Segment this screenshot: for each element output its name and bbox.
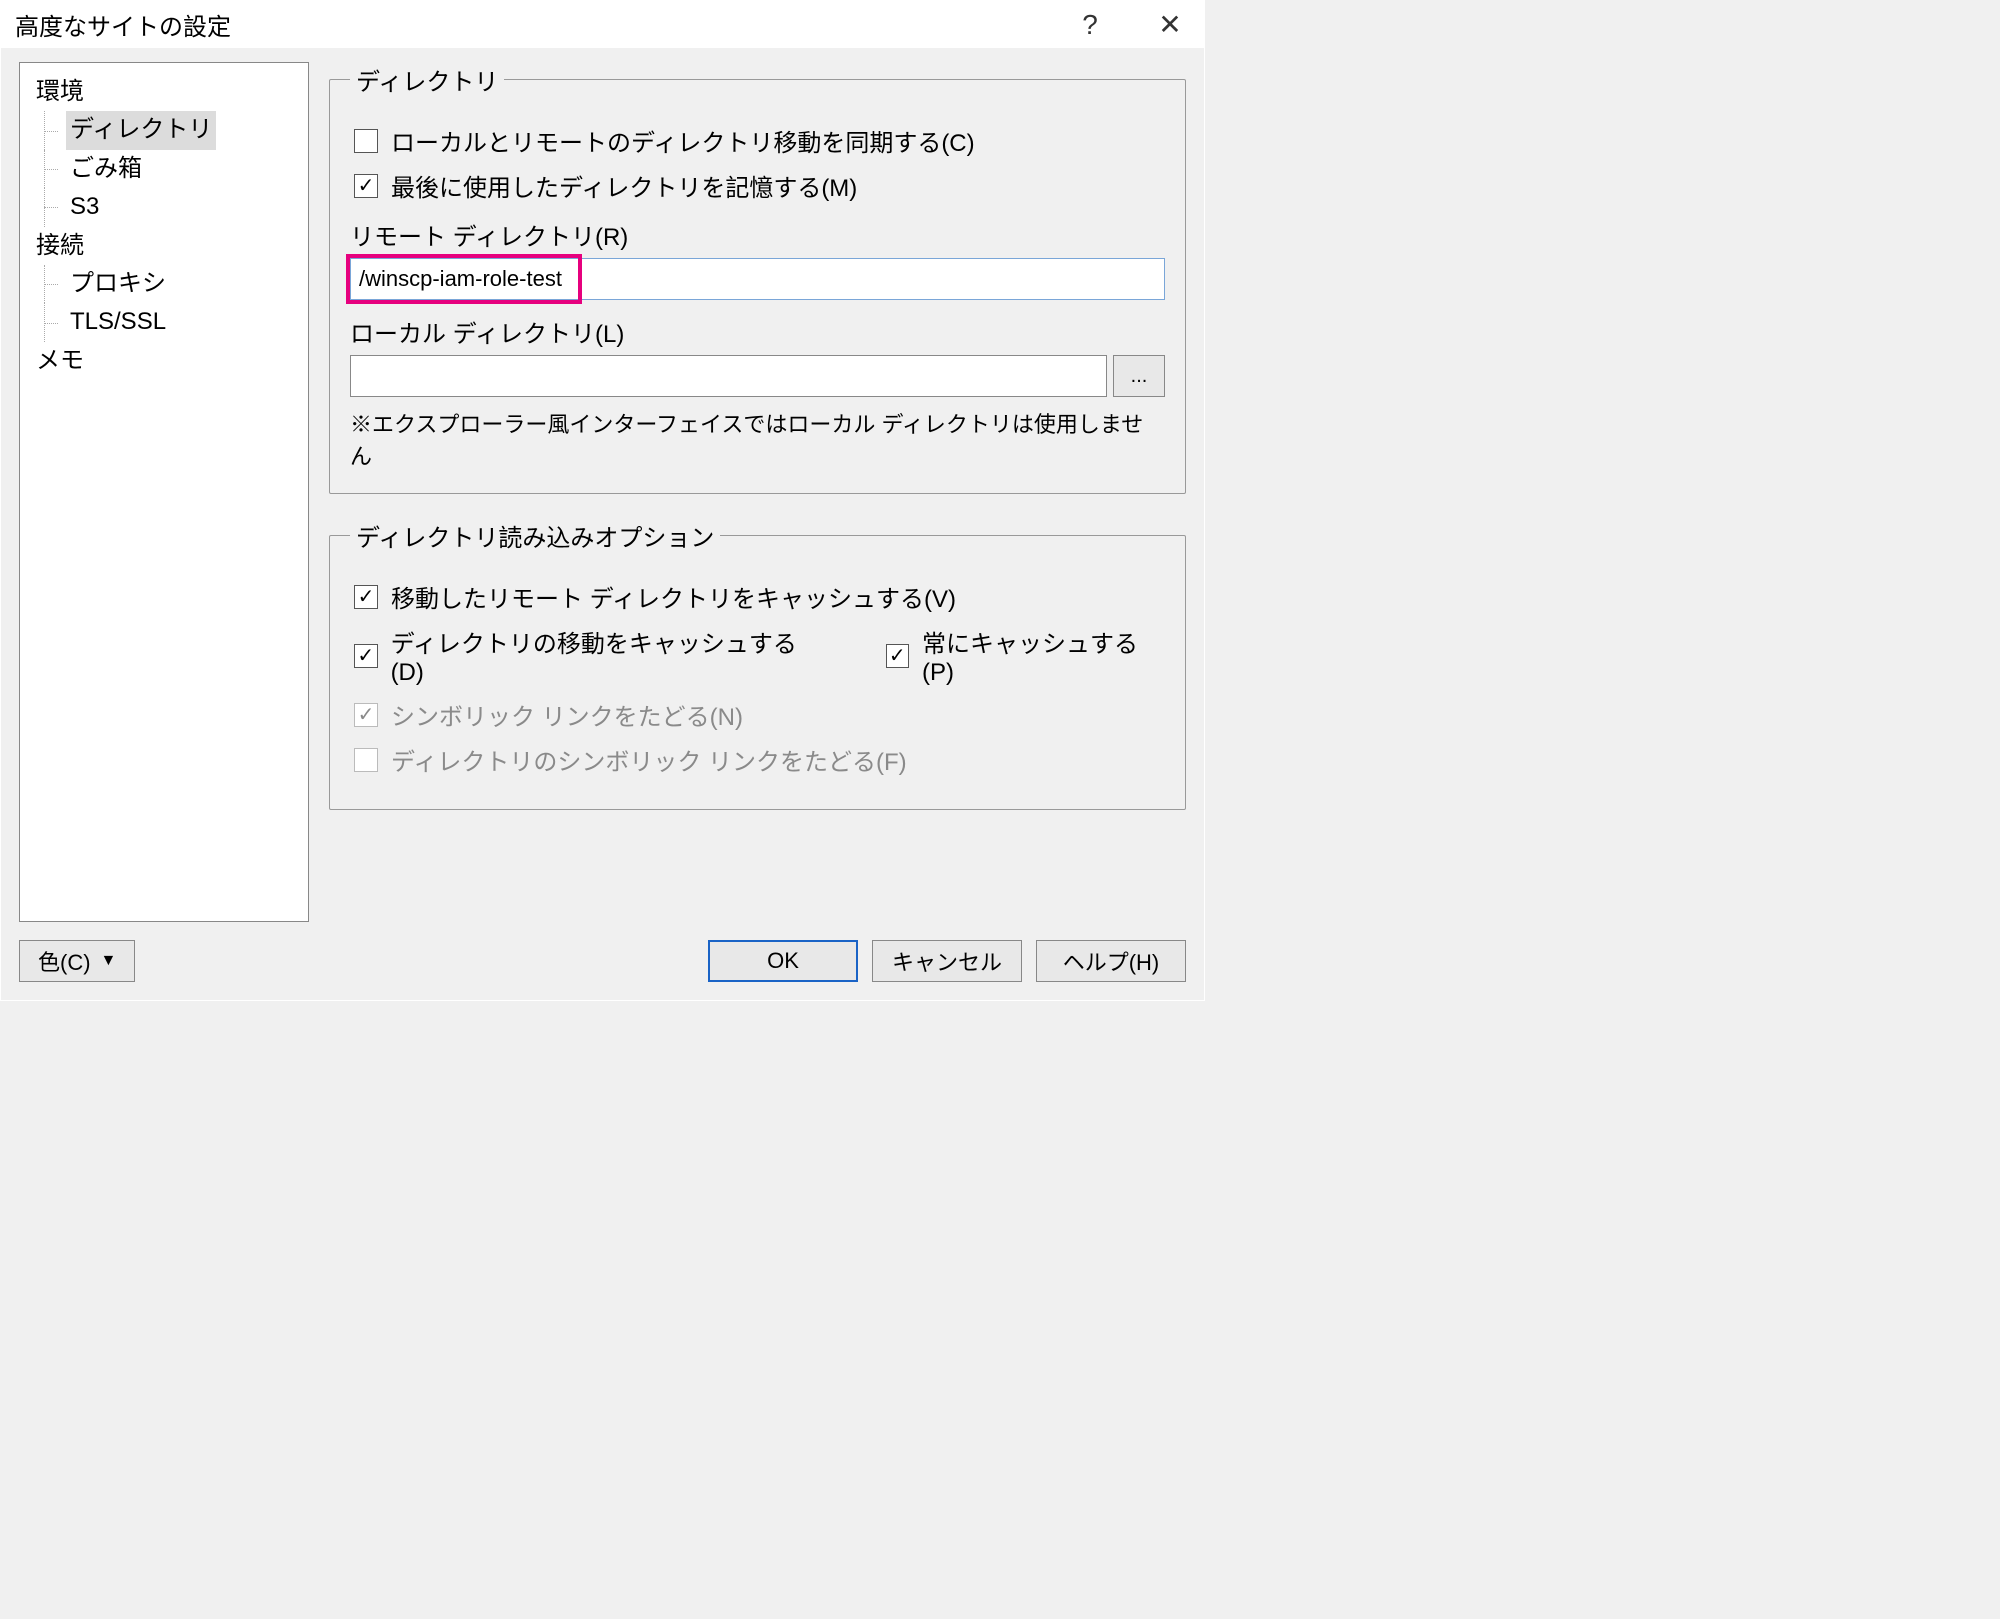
color-button-label: 色(C): [38, 945, 91, 977]
tree-item-directories[interactable]: ディレクトリ: [66, 111, 216, 149]
cache-dir-changes-checkbox[interactable]: ディレクトリの移動をキャッシュする(D): [350, 624, 822, 687]
color-button[interactable]: 色(C) ▼: [19, 940, 135, 982]
help-button[interactable]: ヘルプ(H): [1036, 940, 1186, 982]
dir-reading-options-group: ディレクトリ読み込みオプション 移動したリモート ディレクトリをキャッシュする(…: [329, 518, 1186, 810]
sync-browsing-label: ローカルとリモートのディレクトリ移動を同期する(C): [391, 123, 975, 158]
ok-button[interactable]: OK: [708, 940, 858, 982]
resolve-dir-symlinks-label: ディレクトリのシンボリック リンクをたどる(F): [391, 742, 907, 777]
remote-dir-label: リモート ディレクトリ(R): [350, 217, 1165, 252]
directories-group: ディレクトリ ローカルとリモートのディレクトリ移動を同期する(C) 最後に使用し…: [329, 62, 1186, 494]
tree-item-environment[interactable]: 環境: [32, 73, 88, 111]
dir-reading-options-legend: ディレクトリ読み込みオプション: [350, 518, 720, 553]
dialog-footer: 色(C) ▼ OK キャンセル ヘルプ(H): [1, 922, 1204, 988]
remember-last-dir-label: 最後に使用したディレクトリを記憶する(M): [391, 168, 857, 203]
resolve-dir-symlinks-checkbox: ディレクトリのシンボリック リンクをたどる(F): [350, 742, 907, 777]
browse-local-dir-button[interactable]: ...: [1113, 355, 1165, 397]
tree-item-recycle-bin[interactable]: ごみ箱: [66, 150, 146, 188]
tree-item-tls-ssl[interactable]: TLS/SSL: [66, 303, 170, 341]
tree-item-s3[interactable]: S3: [66, 188, 103, 226]
cache-visited-remote-checkbox[interactable]: 移動したリモート ディレクトリをキャッシュする(V): [350, 579, 956, 614]
resolve-symlinks-label: シンボリック リンクをたどる(N): [391, 697, 743, 732]
nav-tree[interactable]: 環境 ディレクトリ ごみ箱 S3 接続 プロキシ TLS/SSL メモ: [19, 62, 309, 922]
resolve-symlinks-checkbox: シンボリック リンクをたどる(N): [350, 697, 743, 732]
help-icon[interactable]: ?: [1070, 9, 1110, 41]
cache-always-label: 常にキャッシュする(P): [922, 624, 1165, 687]
directories-legend: ディレクトリ: [350, 62, 504, 97]
tree-item-note[interactable]: メモ: [32, 342, 88, 380]
local-dir-input[interactable]: [350, 355, 1107, 397]
advanced-site-settings-dialog: 高度なサイトの設定 ? ✕ 環境 ディレクトリ ごみ箱 S3 接続 プロキシ T…: [0, 0, 1205, 1001]
local-dir-note: ※エクスプローラー風インターフェイスではローカル ディレクトリは使用しません: [350, 407, 1165, 471]
cancel-button[interactable]: キャンセル: [872, 940, 1022, 982]
dialog-title: 高度なサイトの設定: [15, 7, 231, 42]
cache-dir-changes-label: ディレクトリの移動をキャッシュする(D): [391, 624, 822, 687]
remember-last-dir-checkbox[interactable]: 最後に使用したディレクトリを記憶する(M): [350, 168, 857, 203]
window-controls: ? ✕: [1070, 8, 1190, 41]
titlebar: 高度なサイトの設定 ? ✕: [1, 1, 1204, 48]
local-dir-label: ローカル ディレクトリ(L): [350, 314, 1165, 349]
cache-always-checkbox[interactable]: 常にキャッシュする(P): [882, 624, 1166, 687]
close-icon[interactable]: ✕: [1150, 8, 1190, 41]
sync-browsing-checkbox[interactable]: ローカルとリモートのディレクトリ移動を同期する(C): [350, 123, 975, 158]
remote-dir-input[interactable]: [350, 258, 1165, 300]
chevron-down-icon: ▼: [101, 952, 117, 970]
cache-visited-remote-label: 移動したリモート ディレクトリをキャッシュする(V): [391, 579, 956, 614]
tree-item-connection[interactable]: 接続: [32, 227, 88, 265]
tree-item-proxy[interactable]: プロキシ: [66, 265, 170, 303]
